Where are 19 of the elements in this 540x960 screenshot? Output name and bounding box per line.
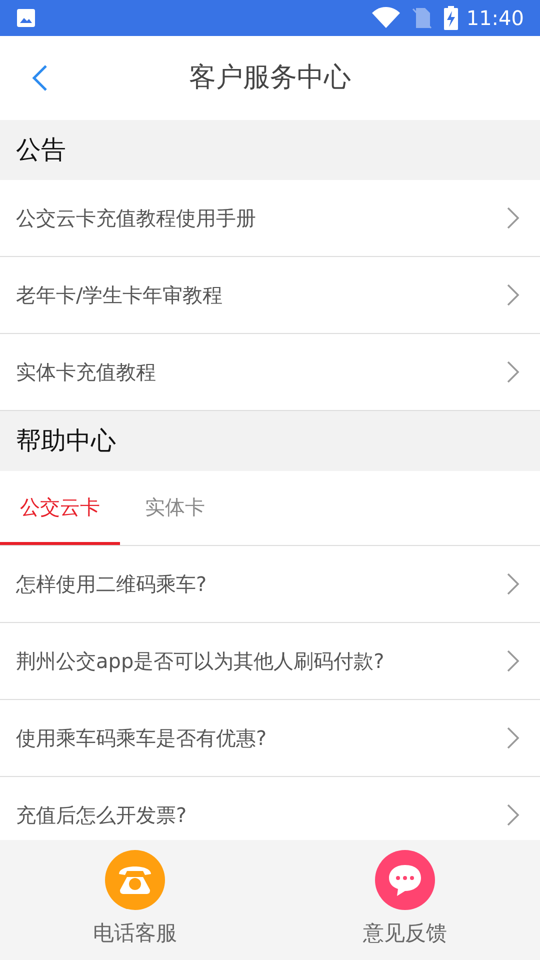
page-title: 客户服务中心 [189, 62, 351, 93]
battery-charging-icon [444, 6, 458, 30]
section-header: 帮助中心 [0, 411, 540, 471]
chevron-right-icon [506, 649, 520, 673]
chevron-right-icon [506, 572, 520, 596]
chevron-right-icon [506, 206, 520, 230]
action-label[interactable]: 意见反馈 [363, 918, 447, 950]
action-label[interactable]: 电话客服 [93, 918, 177, 950]
chevron-right-icon [506, 283, 520, 307]
no-sim-icon [412, 7, 432, 29]
clock-time: 11:40 [466, 5, 524, 32]
section-header: 公告 [0, 120, 540, 180]
chevron-right-icon [506, 726, 520, 750]
tab[interactable]: 实体卡 [120, 471, 230, 545]
chevron-right-icon [506, 803, 520, 827]
image-icon [16, 8, 36, 28]
wifi-icon [372, 7, 400, 29]
back-icon [32, 64, 48, 92]
chevron-right-icon [506, 360, 520, 384]
